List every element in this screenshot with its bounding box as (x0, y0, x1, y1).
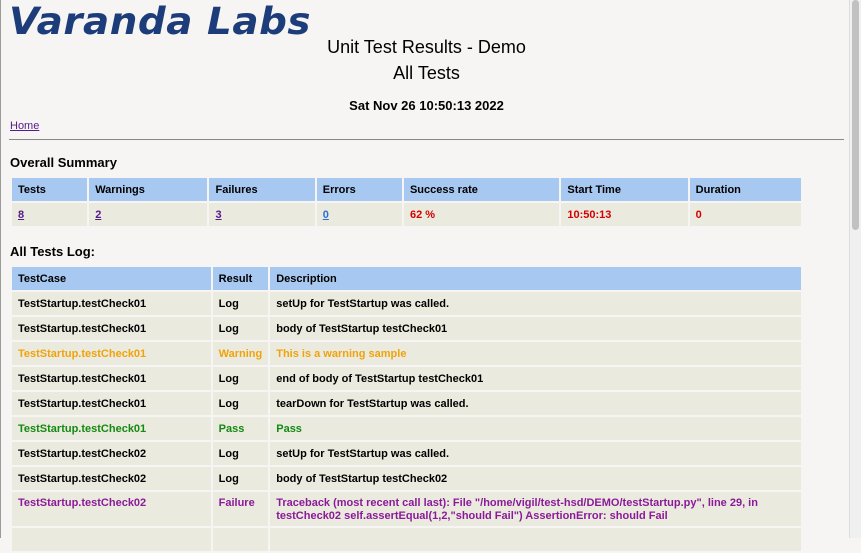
description-cell: body of TestStartup testCheck02 (270, 467, 801, 490)
description-cell: end of body of TestStartup testCheck01 (270, 367, 801, 390)
col-success-rate: Success rate (403, 178, 560, 201)
description-cell (270, 528, 801, 551)
errors-count-link[interactable]: 0 (323, 209, 329, 221)
col-failures: Failures (209, 178, 315, 201)
col-tests: Tests (12, 178, 88, 201)
col-description: Description (270, 267, 801, 290)
scrollbar-thumb[interactable] (852, 0, 859, 230)
testcase-cell: TestStartup.testCheck01 (12, 292, 211, 315)
description-cell: setUp for TestStartup was called. (270, 292, 801, 315)
table-row-failure: TestStartup.testCheck02 Failure Tracebac… (12, 492, 801, 526)
overall-summary-heading: Overall Summary (10, 155, 117, 170)
result-cell: Log (212, 317, 269, 340)
varanda-labs-logo: Varanda Labs (9, 0, 312, 43)
warnings-cell: 2 (89, 203, 208, 226)
testcase-cell: TestStartup.testCheck02 (12, 492, 211, 526)
result-cell: Failure (212, 492, 269, 526)
duration-value: 0 (689, 203, 801, 226)
vertical-scrollbar[interactable] (849, 0, 861, 538)
report-title: Unit Test Results - Demo (327, 37, 526, 57)
description-cell: tearDown for TestStartup was called. (270, 392, 801, 415)
summary-values-row: 8 2 3 0 62 % 10:50:13 0 (12, 203, 801, 226)
description-cell: setUp for TestStartup was called. (270, 442, 801, 465)
report-subtitle: All Tests (393, 63, 460, 83)
table-row: TestStartup.testCheck01 Log body of Test… (12, 317, 801, 340)
testcase-cell: TestStartup.testCheck01 (12, 417, 211, 440)
testcase-cell: TestStartup.testCheck02 (12, 442, 211, 465)
log-header-row: TestCase Result Description (12, 267, 801, 290)
success-rate-value: 62 % (403, 203, 560, 226)
table-row-warning: TestStartup.testCheck01 Warning This is … (12, 342, 801, 365)
col-testcase: TestCase (12, 267, 211, 290)
result-cell (212, 528, 269, 551)
tests-log-table: TestCase Result Description TestStartup.… (10, 265, 803, 553)
table-row: TestStartup.testCheck01 Log setUp for Te… (12, 292, 801, 315)
table-row-pass: TestStartup.testCheck01 Pass Pass (12, 417, 801, 440)
tests-count-link[interactable]: 8 (18, 209, 24, 221)
result-cell: Pass (212, 417, 269, 440)
table-row: TestStartup.testCheck01 Log end of body … (12, 367, 801, 390)
testcase-cell: TestStartup.testCheck01 (12, 392, 211, 415)
summary-table: Tests Warnings Failures Errors Success r… (10, 176, 803, 228)
report-date: Sat Nov 26 10:50:13 2022 (349, 98, 504, 113)
col-result: Result (212, 267, 269, 290)
home-link[interactable]: Home (10, 120, 39, 132)
result-cell: Log (212, 292, 269, 315)
result-cell: Warning (212, 342, 269, 365)
tests-cell: 8 (12, 203, 88, 226)
description-cell: body of TestStartup testCheck01 (270, 317, 801, 340)
description-cell: This is a warning sample (270, 342, 801, 365)
description-cell: Traceback (most recent call last): File … (270, 492, 801, 526)
col-warnings: Warnings (89, 178, 208, 201)
warnings-count-link[interactable]: 2 (95, 209, 101, 221)
col-start-time: Start Time (561, 178, 688, 201)
divider (9, 139, 844, 140)
testcase-cell: TestStartup.testCheck01 (12, 342, 211, 365)
table-row: TestStartup.testCheck02 Log body of Test… (12, 467, 801, 490)
col-duration: Duration (689, 178, 801, 201)
errors-cell: 0 (316, 203, 402, 226)
testcase-cell: TestStartup.testCheck01 (12, 317, 211, 340)
testcase-cell: TestStartup.testCheck02 (12, 467, 211, 490)
result-cell: Log (212, 367, 269, 390)
all-tests-log-heading: All Tests Log: (10, 244, 95, 259)
failures-cell: 3 (209, 203, 315, 226)
description-cell: Pass (270, 417, 801, 440)
result-cell: Log (212, 442, 269, 465)
col-errors: Errors (316, 178, 402, 201)
table-row: TestStartup.testCheck01 Log tearDown for… (12, 392, 801, 415)
testcase-cell (12, 528, 211, 551)
failures-count-link[interactable]: 3 (215, 209, 221, 221)
result-cell: Log (212, 392, 269, 415)
table-row (12, 528, 801, 551)
summary-header-row: Tests Warnings Failures Errors Success r… (12, 178, 801, 201)
result-cell: Log (212, 467, 269, 490)
table-row: TestStartup.testCheck02 Log setUp for Te… (12, 442, 801, 465)
testcase-cell: TestStartup.testCheck01 (12, 367, 211, 390)
start-time-value: 10:50:13 (561, 203, 688, 226)
